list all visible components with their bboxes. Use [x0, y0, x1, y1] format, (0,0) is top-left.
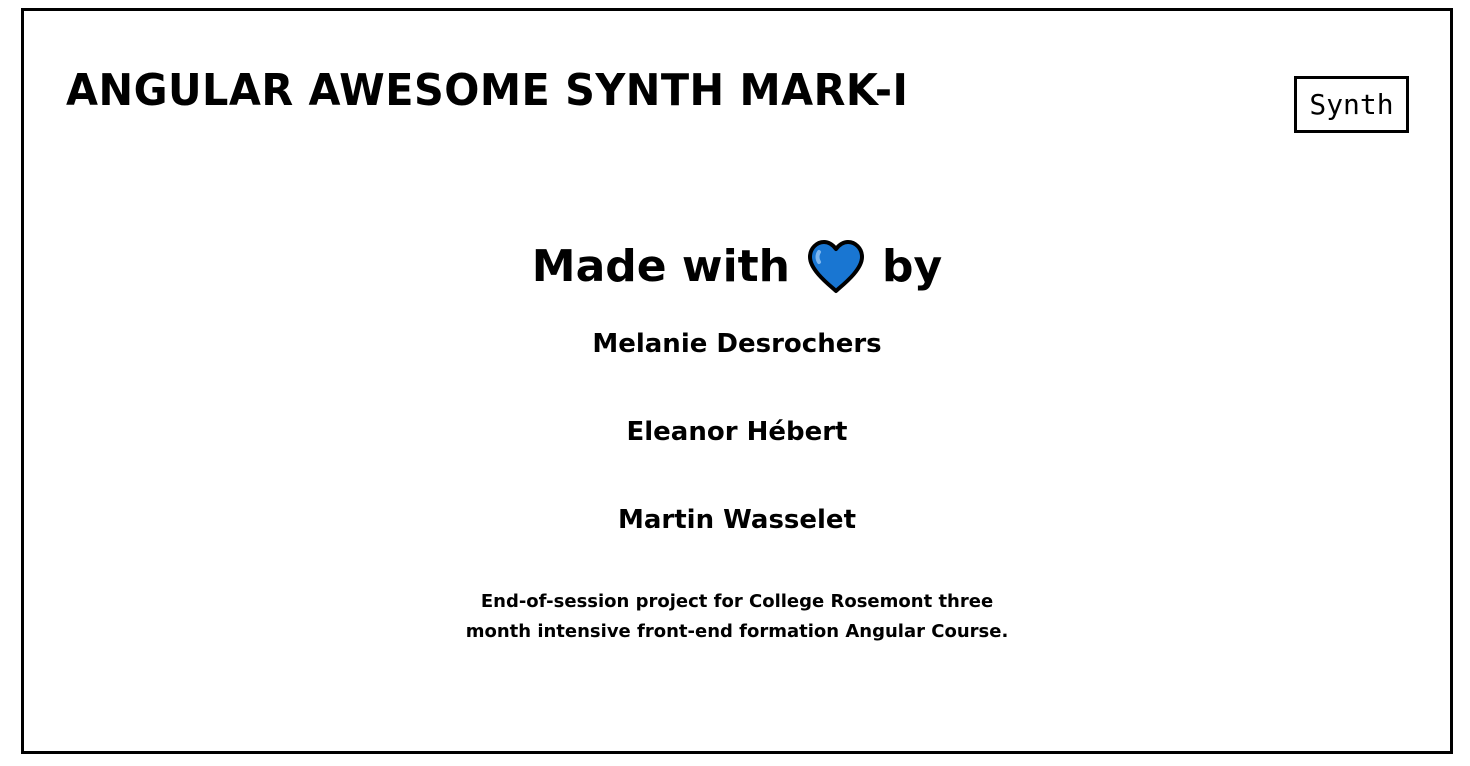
author-name: Eleanor Hébert	[626, 417, 848, 447]
author-name: Melanie Desrochers	[592, 329, 882, 359]
made-with-heading: Made with by	[24, 239, 1450, 295]
made-with-suffix: by	[882, 240, 943, 292]
project-description: End-of-session project for College Rosem…	[465, 591, 1009, 642]
app-frame: ANGULAR AWESOME SYNTH MARK-I Synth Made …	[21, 8, 1453, 754]
synth-button[interactable]: Synth	[1294, 76, 1409, 133]
credits-section: Made with by Melanie Desrochers Eleanor …	[24, 239, 1450, 647]
author-name: Martin Wasselet	[618, 505, 856, 535]
made-with-prefix: Made with	[531, 240, 791, 292]
blue-heart-icon	[806, 239, 866, 295]
app-title: ANGULAR AWESOME SYNTH MARK-I	[66, 65, 909, 116]
